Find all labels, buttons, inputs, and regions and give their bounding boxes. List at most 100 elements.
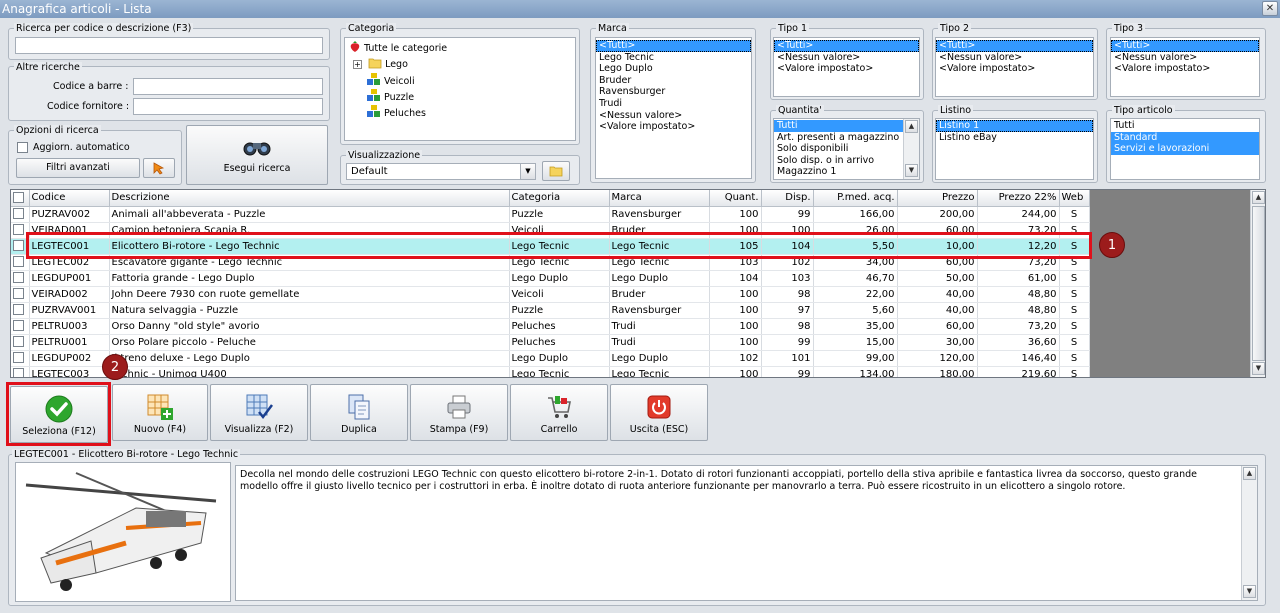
type3-list[interactable]: <Tutti> <Nessun valore> <Valore impostat… [1110,37,1260,97]
view-select[interactable]: Default ▼ [346,163,536,180]
type3-item[interactable]: <Tutti> [1111,40,1259,52]
article-type-item[interactable]: Servizi e lavorazioni [1111,143,1259,155]
row-checkbox[interactable] [13,336,24,348]
row-checkbox-cell[interactable] [11,334,30,351]
tree-item-puzzle[interactable]: Puzzle [345,89,575,105]
brand-item[interactable]: <Tutti> [596,40,751,52]
column-header[interactable]: Categoria [509,190,610,207]
select-all-header[interactable] [11,190,30,207]
table-row[interactable]: LEGDUP001 Fattoria grande - Lego Duplo Leg… [11,270,1090,287]
chevron-down-icon[interactable]: ▼ [520,164,535,179]
quantity-item[interactable]: Solo disponibili [774,143,919,155]
column-header[interactable]: Codice [29,190,110,207]
row-checkbox[interactable] [13,368,24,377]
select-all-checkbox[interactable] [13,192,24,203]
type1-item[interactable]: <Nessun valore> [774,52,919,64]
row-checkbox[interactable] [13,272,24,284]
column-header[interactable]: P.med. acq. [813,190,898,207]
grid-scrollbar[interactable]: ▲ ▼ [1250,190,1265,377]
pricelist-item[interactable]: Listino eBay [936,132,1093,144]
view-folder-button[interactable] [542,161,570,181]
row-checkbox-cell[interactable] [11,286,30,303]
pricelist-item[interactable]: Listino 1 [936,120,1093,132]
barcode-input[interactable] [133,78,323,95]
row-checkbox[interactable] [13,208,24,220]
advanced-filters-button[interactable]: Filtri avanzati [16,158,140,178]
type3-item[interactable]: <Nessun valore> [1111,52,1259,64]
cart-button[interactable]: Carrello [510,384,608,441]
brand-item[interactable]: Bruder [596,75,751,87]
duplicate-button[interactable]: Duplica [310,384,408,441]
scroll-up-icon[interactable]: ▲ [1252,191,1265,204]
exit-button[interactable]: Uscita (ESC) [610,384,708,441]
description-textarea[interactable]: Decolla nel mondo delle costruzioni LEGO… [235,465,1258,601]
description-scrollbar[interactable]: ▲ ▼ [1241,466,1257,600]
type1-item[interactable]: <Valore impostato> [774,63,919,75]
column-header[interactable]: Marca [609,190,710,207]
type2-list[interactable]: <Tutti> <Nessun valore> <Valore impostat… [935,37,1094,97]
new-button[interactable]: Nuovo (F4) [112,384,208,441]
view-button[interactable]: Visualizza (F2) [210,384,308,441]
search-input[interactable] [15,37,323,54]
run-search-button[interactable]: Esegui ricerca [186,125,328,185]
row-checkbox[interactable] [13,256,24,268]
table-row[interactable]: LEGTEC003 Technic - Unimog U400 Lego Tecni… [11,366,1090,377]
scroll-down-icon[interactable]: ▼ [905,164,918,177]
brand-item[interactable]: Lego Tecnic [596,52,751,64]
brand-item[interactable]: Lego Duplo [596,63,751,75]
table-row[interactable]: LEGDUP002 Il treno deluxe - Lego Duplo Leg… [11,350,1090,367]
row-checkbox[interactable] [13,288,24,300]
type1-list[interactable]: <Tutti> <Nessun valore> <Valore impostat… [773,37,920,97]
pricelist-list[interactable]: Listino 1 Listino eBay [935,118,1094,180]
article-type-item[interactable]: Tutti [1111,120,1259,132]
type3-item[interactable]: <Valore impostato> [1111,63,1259,75]
column-header[interactable]: Prezzo [897,190,978,207]
tree-item-all[interactable]: Tutte le categorie [345,41,575,57]
table-row[interactable]: PUZRAV002 Animali all'abbeverata - Puzzle… [11,206,1090,223]
row-checkbox-cell[interactable] [11,302,30,319]
print-button[interactable]: Stampa (F9) [410,384,508,441]
type2-item[interactable]: <Tutti> [936,40,1093,52]
table-row[interactable]: VEIRAD002 John Deere 7930 con ruote gemel… [11,286,1090,303]
tree-expand-icon[interactable]: + [353,60,362,69]
row-checkbox[interactable] [13,320,24,332]
scroll-up-icon[interactable]: ▲ [1243,467,1256,480]
brand-item[interactable]: <Valore impostato> [596,121,751,133]
supplier-code-input[interactable] [133,98,323,115]
brand-list[interactable]: <Tutti> Lego Tecnic Lego Duplo Bruder Ra… [595,37,752,179]
column-header[interactable]: Quant. [709,190,762,207]
column-header[interactable]: Descrizione [109,190,510,207]
column-header[interactable]: Prezzo 22% [977,190,1060,207]
brand-item[interactable]: <Nessun valore> [596,110,751,122]
row-checkbox-cell[interactable] [11,318,30,335]
column-header[interactable]: Web [1059,190,1090,207]
quantity-scrollbar[interactable]: ▲ ▼ [903,119,919,179]
row-checkbox-cell[interactable] [11,206,30,223]
auto-update-checkbox[interactable] [17,142,28,153]
type1-item[interactable]: <Tutti> [774,40,919,52]
quantity-item[interactable]: Tutti [774,120,903,132]
quantity-item[interactable]: Art. presenti a magazzino [774,132,919,144]
tree-item-lego[interactable]: + Lego [345,57,575,73]
row-checkbox[interactable] [13,352,24,364]
brand-item[interactable]: Trudi [596,98,751,110]
quantity-item[interactable]: Magazzino 1 [774,166,919,178]
table-row[interactable]: PELTRU003 Orso Danny "old style" avorio Pe… [11,318,1090,335]
row-checkbox[interactable] [13,240,24,252]
row-checkbox-cell[interactable] [11,350,30,367]
grid-scroll-thumb[interactable] [1252,206,1265,361]
table-row[interactable]: PUZRVAV001 Natura selvaggia - Puzzle Puzzl… [11,302,1090,319]
row-checkbox[interactable] [13,304,24,316]
article-type-item[interactable]: Standard [1111,131,1259,144]
type2-item[interactable]: <Nessun valore> [936,52,1093,64]
quantity-list[interactable]: Tutti Art. presenti a magazzino Solo dis… [773,118,920,180]
table-row[interactable]: PELTRU001 Orso Polare piccolo - Peluche Pe… [11,334,1090,351]
quantity-item[interactable]: Solo disp. o in arrivo [774,155,919,167]
row-checkbox-cell[interactable] [11,366,30,377]
tree-item-peluches[interactable]: Peluches [345,105,575,121]
row-checkbox[interactable] [13,224,24,236]
scroll-down-icon[interactable]: ▼ [1252,362,1265,375]
tree-item-veicoli[interactable]: Veicoli [345,73,575,89]
article-type-list[interactable]: Tutti Standard Servizi e lavorazioni [1110,118,1260,180]
close-button[interactable]: ✕ [1262,1,1278,16]
